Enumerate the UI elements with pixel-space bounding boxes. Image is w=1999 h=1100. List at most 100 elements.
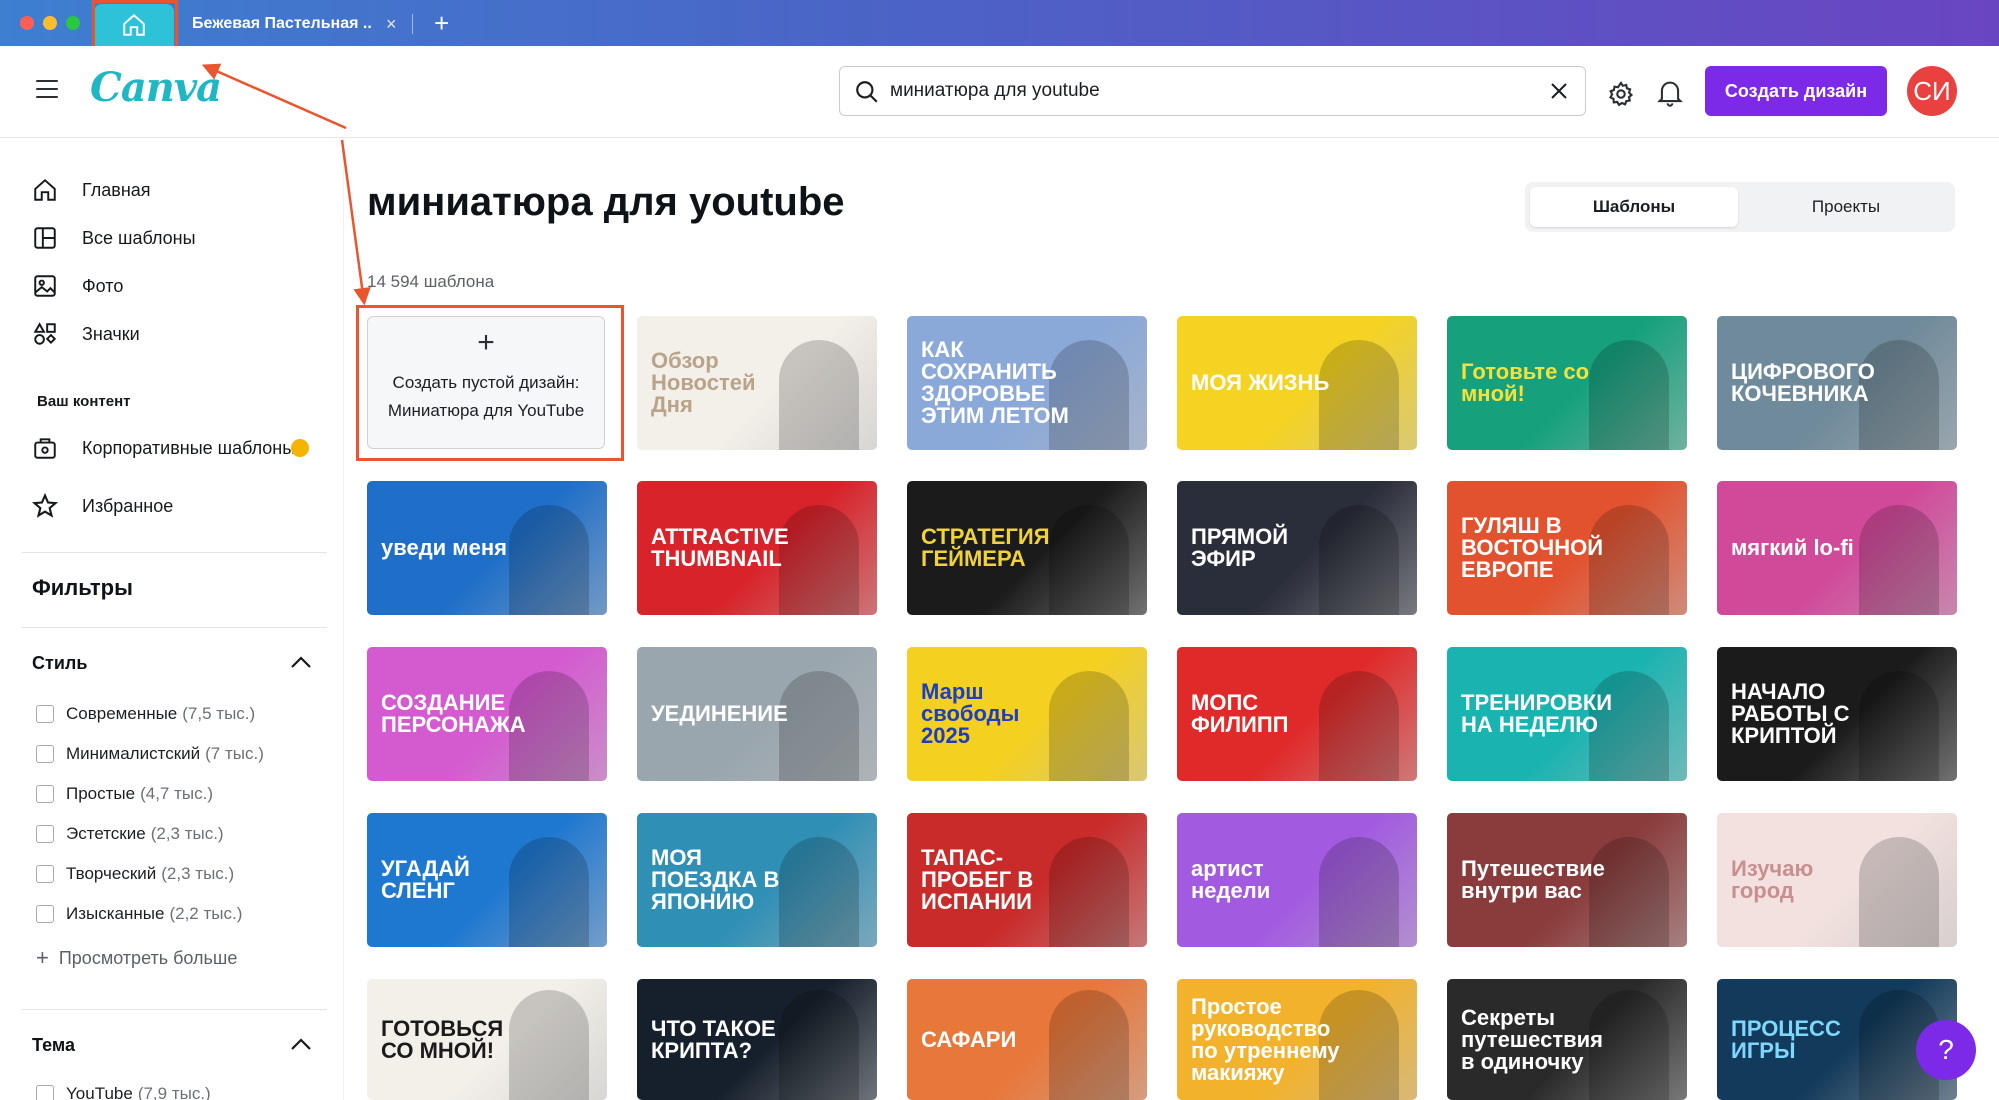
template-card[interactable]: уведи меня: [367, 481, 607, 615]
style-option[interactable]: Простые (4,7 тыс.): [36, 784, 213, 804]
sidebar-item-label: Все шаблоны: [82, 227, 196, 248]
tab-projects[interactable]: Проекты: [1742, 187, 1950, 227]
style-option[interactable]: Современные (7,5 тыс.): [36, 704, 255, 724]
template-card[interactable]: ATTRACTIVE THUMBNAIL: [637, 481, 877, 615]
style-option-label: Изысканные: [66, 904, 165, 923]
checkbox[interactable]: [36, 865, 54, 883]
chevron-up-icon[interactable]: [290, 1037, 312, 1051]
see-more-link[interactable]: + Просмотреть больше: [36, 945, 237, 971]
photo-icon: [34, 275, 56, 297]
template-card[interactable]: МОЯ ПОЕЗДКА В ЯПОНИЮ: [637, 813, 877, 947]
style-option-count: (2,3 тыс.): [161, 864, 235, 883]
template-card[interactable]: Простое руководство по утреннему макияжу: [1177, 979, 1417, 1100]
style-option[interactable]: Творческий (2,3 тыс.): [36, 864, 234, 884]
template-card[interactable]: Изучаю город: [1717, 813, 1957, 947]
template-title: МОЯ ЖИЗНЬ: [1191, 370, 1330, 395]
template-title: ГУЛЯШ В ВОСТОЧНОЙ ЕВРОПЕ: [1461, 513, 1604, 582]
template-title: Обзор Новостей Дня: [651, 348, 756, 417]
style-option[interactable]: Эстетские (2,3 тыс.): [36, 824, 224, 844]
theme-option[interactable]: YouTube (7,9 тыс.): [36, 1084, 211, 1100]
sidebar-item-label: Корпоративные шаблоны: [82, 437, 296, 458]
template-card[interactable]: КАК СОХРАНИТЬ ЗДОРОВЬЕ ЭТИМ ЛЕТОМ: [907, 316, 1147, 450]
new-tab-button[interactable]: +: [434, 8, 449, 39]
tab-templates[interactable]: Шаблоны: [1530, 187, 1738, 227]
avatar[interactable]: СИ: [1907, 66, 1957, 116]
template-card[interactable]: ТАПАС-ПРОБЕГ В ИСПАНИИ: [907, 813, 1147, 947]
template-card[interactable]: Марш свободы 2025: [907, 647, 1147, 781]
tab-close-icon[interactable]: ×: [386, 14, 397, 35]
minimize-window-button[interactable]: [43, 16, 57, 30]
template-title: ЧТО ТАКОЕ КРИПТА?: [651, 1015, 776, 1063]
style-option-count: (4,7 тыс.): [140, 784, 213, 803]
gear-icon[interactable]: [1607, 80, 1635, 108]
template-title: уведи меня: [381, 535, 507, 560]
template-title: ЦИФРОВОГО КОЧЕВНИКА: [1731, 359, 1875, 406]
template-card[interactable]: ЦИФРОВОГО КОЧЕВНИКА: [1717, 316, 1957, 450]
template-card[interactable]: артист недели: [1177, 813, 1417, 947]
theme-filter-title: Тема: [32, 1035, 75, 1055]
theme-filter-header[interactable]: Тема: [32, 1035, 312, 1056]
sidebar-item-all-templates[interactable]: Все шаблоны: [30, 223, 196, 253]
checkbox[interactable]: [36, 1085, 54, 1100]
close-window-button[interactable]: [20, 16, 34, 30]
sidebar-item-label: Главная: [82, 179, 151, 200]
template-card[interactable]: МОЯ ЖИЗНЬ: [1177, 316, 1417, 450]
template-card[interactable]: САФАРИ: [907, 979, 1147, 1100]
template-title: САФАРИ: [921, 1026, 1017, 1052]
template-title: КАК СОХРАНИТЬ ЗДОРОВЬЕ ЭТИМ ЛЕТОМ: [921, 337, 1069, 428]
style-filter-header[interactable]: Стиль: [32, 653, 312, 674]
bell-icon[interactable]: [1656, 78, 1684, 108]
style-option-label: Простые: [66, 784, 136, 803]
sidebar-item-brand-templates[interactable]: Корпоративные шаблоны: [30, 433, 310, 463]
template-title: артист недели: [1191, 856, 1271, 903]
template-title: Секреты путешествия в одиночку: [1461, 1004, 1603, 1074]
checkbox[interactable]: [36, 905, 54, 923]
sidebar-item-photos[interactable]: Фото: [30, 271, 123, 301]
plus-icon: +: [36, 945, 49, 970]
search-value: миниатюра для youtube: [890, 80, 1100, 101]
template-card[interactable]: ПРЯМОЙ ЭФИР: [1177, 481, 1417, 615]
menu-icon[interactable]: [36, 80, 58, 104]
sidebar-item-favorites[interactable]: Избранное: [30, 491, 173, 521]
checkbox[interactable]: [36, 825, 54, 843]
template-card[interactable]: ЧТО ТАКОЕ КРИПТА?: [637, 979, 877, 1100]
template-card[interactable]: ТРЕНИРОВКИ НА НЕДЕЛЮ: [1447, 647, 1687, 781]
template-card[interactable]: ГОТОВЬСЯ СО МНОЙ!: [367, 979, 607, 1100]
style-option[interactable]: Минималистский (7 тыс.): [36, 744, 264, 764]
style-option-label: Эстетские: [66, 824, 146, 843]
template-photo: [509, 505, 589, 615]
template-card[interactable]: УЕДИНЕНИЕ: [637, 647, 877, 781]
style-option-label: Современные: [66, 704, 178, 723]
checkbox[interactable]: [36, 705, 54, 723]
sidebar-item-elements[interactable]: Значки: [30, 319, 140, 349]
templates-icon: [34, 227, 56, 249]
search-icon: [856, 81, 878, 103]
template-card[interactable]: Готовьте со мной!: [1447, 316, 1687, 450]
template-title: НАЧАЛО РАБОТЫ С КРИПТОЙ: [1731, 679, 1850, 748]
clear-search-icon[interactable]: [1547, 79, 1571, 103]
template-title: СОЗДАНИЕ ПЕРСОНАЖА: [381, 690, 526, 737]
canva-logo[interactable]: Canva: [90, 64, 222, 111]
checkbox[interactable]: [36, 745, 54, 763]
template-card[interactable]: Обзор Новостей Дня: [637, 316, 877, 450]
template-card[interactable]: СОЗДАНИЕ ПЕРСОНАЖА: [367, 647, 607, 781]
template-card[interactable]: СТРАТЕГИЯ ГЕЙМЕРА: [907, 481, 1147, 615]
help-button[interactable]: ?: [1916, 1020, 1976, 1080]
search-input[interactable]: миниатюра для youtube: [839, 66, 1586, 116]
template-card[interactable]: НАЧАЛО РАБОТЫ С КРИПТОЙ: [1717, 647, 1957, 781]
template-card[interactable]: Секреты путешествия в одиночку: [1447, 979, 1687, 1100]
template-card[interactable]: УГАДАЙ СЛЕНГ: [367, 813, 607, 947]
template-photo: [1319, 340, 1399, 450]
brand-kit-icon: [34, 438, 56, 459]
template-card[interactable]: МОПС ФИЛИПП: [1177, 647, 1417, 781]
template-card[interactable]: мягкий lo-fi: [1717, 481, 1957, 615]
sidebar-item-home[interactable]: Главная: [30, 175, 151, 205]
maximize-window-button[interactable]: [66, 16, 80, 30]
browser-tab[interactable]: Бежевая Пастельная ... ×: [180, 8, 410, 40]
chevron-up-icon[interactable]: [290, 655, 312, 669]
template-card[interactable]: ГУЛЯШ В ВОСТОЧНОЙ ЕВРОПЕ: [1447, 481, 1687, 615]
template-card[interactable]: Путешествие внутри вас: [1447, 813, 1687, 947]
checkbox[interactable]: [36, 785, 54, 803]
style-option[interactable]: Изысканные (2,2 тыс.): [36, 904, 242, 924]
create-design-button[interactable]: Создать дизайн: [1705, 66, 1887, 116]
